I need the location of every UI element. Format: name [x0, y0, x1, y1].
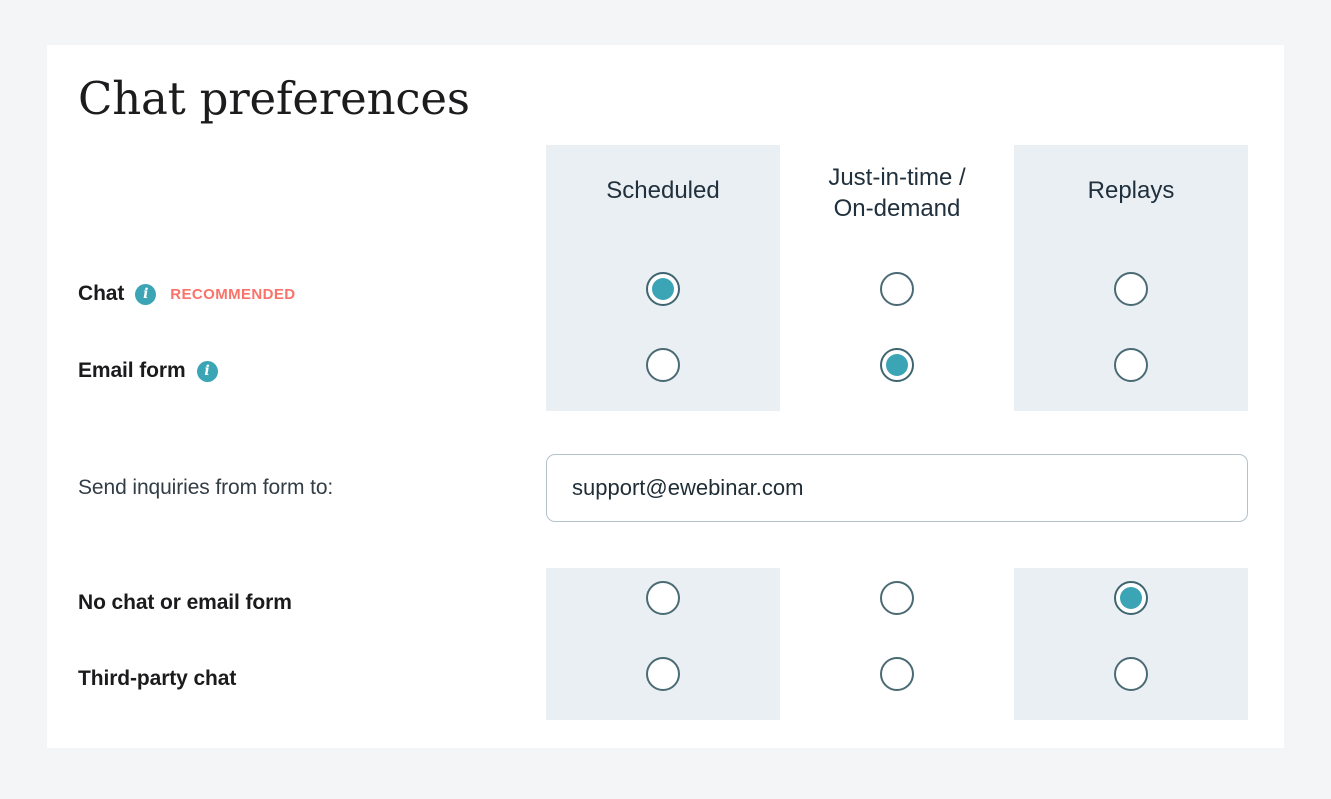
radio-third-party-scheduled[interactable] [646, 657, 680, 691]
send-inquiries-label-text: Send inquiries from form to: [78, 476, 334, 499]
send-inquiries-email-input[interactable] [546, 454, 1248, 522]
column-header-just-in-time-line2: On-demand [833, 194, 961, 222]
row-label-email-form-text: Email form [78, 359, 186, 382]
radio-chat-replays[interactable] [1114, 272, 1148, 306]
radio-email-form-scheduled[interactable] [646, 348, 680, 382]
radio-no-chat-scheduled[interactable] [646, 581, 680, 615]
radio-chat-scheduled[interactable] [646, 272, 680, 306]
radio-no-chat-replays[interactable] [1114, 581, 1148, 615]
info-icon[interactable]: i [196, 360, 218, 382]
info-icon[interactable]: i [135, 283, 157, 305]
radio-chat-just-in-time[interactable] [880, 272, 914, 306]
column-header-just-in-time: Just-in-time / On-demand [780, 163, 1014, 224]
row-label-third-party-chat-text: Third-party chat [78, 667, 237, 690]
column-header-scheduled: Scheduled [606, 177, 720, 204]
radio-third-party-replays[interactable] [1114, 657, 1148, 691]
row-label-third-party-chat: Third-party chat [78, 667, 236, 691]
column-header-just-in-time-line1: Just-in-time / [828, 164, 966, 191]
row-label-no-chat-text: No chat or email form [78, 591, 292, 614]
radio-email-form-replays[interactable] [1114, 348, 1148, 382]
recommended-badge: RECOMMENDED [170, 285, 296, 303]
row-label-chat-text: Chat [78, 282, 125, 305]
page-root: Chat preferences Scheduled Just-in-time … [0, 0, 1331, 799]
send-inquiries-label: Send inquiries from form to: [78, 476, 333, 500]
radio-email-form-just-in-time[interactable] [880, 348, 914, 382]
radio-third-party-just-in-time[interactable] [880, 657, 914, 691]
chat-preferences-card: Chat preferences Scheduled Just-in-time … [47, 45, 1284, 748]
row-label-no-chat: No chat or email form [78, 591, 292, 615]
page-title: Chat preferences [78, 72, 470, 125]
row-label-email-form: Email form i [78, 359, 218, 383]
column-header-replays: Replays [1087, 177, 1175, 204]
radio-no-chat-just-in-time[interactable] [880, 581, 914, 615]
row-label-chat: Chat i RECOMMENDED [78, 282, 296, 306]
